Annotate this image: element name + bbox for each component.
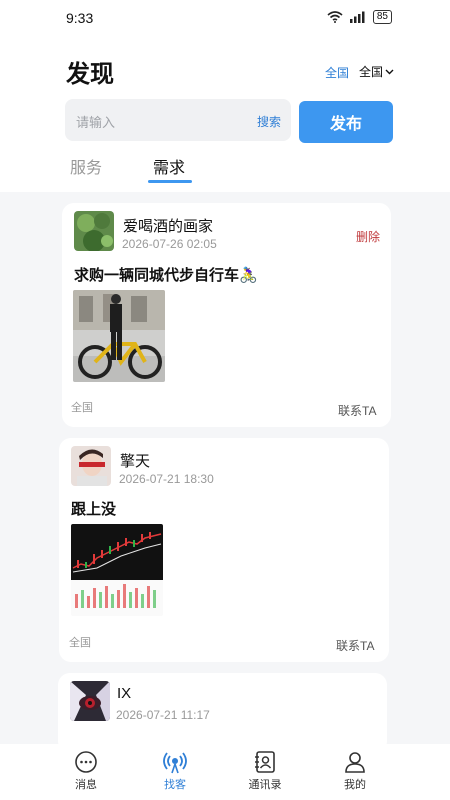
contact-button[interactable]: 联系TA [336,637,374,654]
screen: 9:33 85 发现 全国 全国 请输入 搜索 发布 服务 需求 爱喝酒的画家 … [0,0,450,800]
nav-label: 找客 [164,779,186,791]
nav-messages[interactable]: 消息 [56,750,116,792]
region-dropdown-label: 全国 [359,65,384,79]
bottom-tab-bar: 消息 找客 通讯录 我的 [0,744,450,800]
post-card[interactable]: 爱喝酒的画家 2026-07-26 02:05 删除 求购一辆同城代步自行车🚴‍… [62,203,391,427]
post-card[interactable]: IX 2026-07-21 11:17 [58,673,387,753]
post-title: 跟上没 [71,501,117,518]
wifi-icon [327,11,343,23]
post-image-bicycle[interactable] [73,290,165,382]
broadcast-icon [163,752,187,774]
status-icons: 85 [327,10,392,24]
nav-label: 通讯录 [248,779,282,791]
post-time: 2026-07-26 02:05 [122,237,217,251]
delete-button[interactable]: 删除 [356,228,380,245]
avatar[interactable] [71,446,111,486]
tab-services[interactable]: 服务 [70,154,102,178]
signal-icon [349,11,365,23]
search-button[interactable]: 搜索 [257,113,281,130]
search-placeholder: 请输入 [76,115,116,130]
post-image-stock-chart[interactable] [71,524,163,616]
search-input[interactable]: 请输入 搜索 [65,99,291,141]
avatar-image [70,681,110,721]
post-region: 全国 [69,637,91,649]
publish-button[interactable]: 发布 [299,101,393,143]
chat-bubble-icon [75,751,97,773]
post-image-content [73,290,165,382]
post-title: 求购一辆同城代步自行车🚴‍♀️ [74,267,258,284]
status-time: 9:33 [66,10,94,26]
nav-label: 我的 [344,779,366,791]
avatar-image [74,211,114,251]
post-time: 2026-07-21 11:17 [116,708,210,722]
active-tab-indicator [148,180,192,183]
nav-profile[interactable]: 我的 [325,750,385,792]
avatar[interactable] [70,681,110,721]
avatar-image [71,446,111,486]
nav-label: 消息 [75,779,97,791]
region-dropdown[interactable]: 全国 [359,63,394,80]
contact-button[interactable]: 联系TA [338,402,376,419]
chevron-down-icon [385,69,394,74]
tab-demand[interactable]: 需求 [153,154,185,178]
post-user-name[interactable]: IX [117,685,131,702]
status-bar: 9:33 85 [0,0,450,36]
contacts-icon [255,751,275,773]
region-link[interactable]: 全国 [325,64,349,81]
avatar[interactable] [74,211,114,251]
person-icon [345,752,365,773]
post-user-name[interactable]: 爱喝酒的画家 [123,215,213,236]
nav-contacts[interactable]: 通讯录 [235,750,295,792]
battery-icon: 85 [372,10,392,24]
page-title: 发现 [66,61,114,88]
post-card[interactable]: 擎天 2026-07-21 18:30 跟上没 全国 联系TA [59,438,389,662]
post-image-content [71,524,163,616]
post-time: 2026-07-21 18:30 [119,472,214,486]
nav-find-customers[interactable]: 找客 [145,750,205,792]
post-region: 全国 [71,402,93,414]
post-user-name[interactable]: 擎天 [120,450,150,471]
